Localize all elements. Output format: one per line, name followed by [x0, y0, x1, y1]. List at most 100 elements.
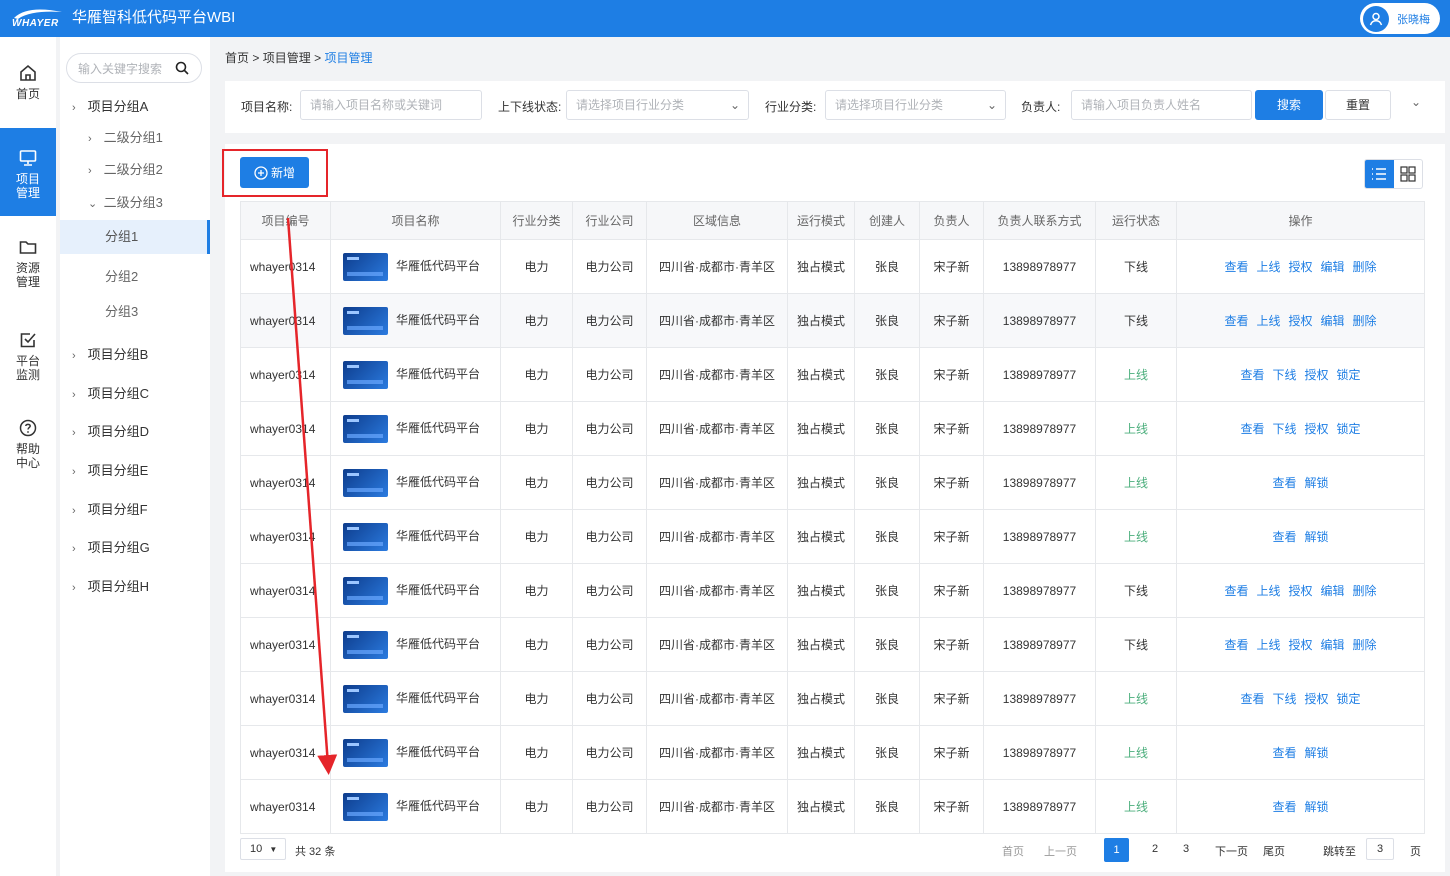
row-action-link[interactable]: 解锁 — [1305, 746, 1329, 760]
row-action-link[interactable]: 查看 — [1224, 584, 1248, 598]
row-action-link[interactable]: 解锁 — [1305, 800, 1329, 814]
table-row: whayer0314 华雁低代码平台 电力 电力公司 四川省·成都市·青羊区 独占模式 张良… — [240, 617, 1425, 672]
row-action-link[interactable]: 查看 — [1224, 638, 1248, 652]
tree-node-sub3[interactable]: ⌄ 二级分组3 — [60, 195, 210, 212]
search-button[interactable]: 搜索 — [1255, 90, 1323, 120]
row-action-link[interactable]: 查看 — [1272, 746, 1296, 760]
tree-node-group2[interactable]: 分组2 — [60, 269, 210, 285]
row-action-link[interactable]: 授权 — [1288, 260, 1312, 274]
row-action-link[interactable]: 查看 — [1272, 530, 1296, 544]
last-page-link[interactable]: 尾页 — [1263, 843, 1285, 859]
row-action-link[interactable]: 锁定 — [1337, 692, 1361, 706]
tree-node-sub2[interactable]: › 二级分组2 — [60, 162, 210, 179]
row-action-link[interactable]: 锁定 — [1337, 368, 1361, 382]
tree-node-group-b[interactable]: › 项目分组B — [60, 347, 210, 364]
row-action-link[interactable]: 编辑 — [1321, 260, 1345, 274]
row-action-link[interactable]: 上线 — [1256, 584, 1280, 598]
project-thumbnail[interactable] — [343, 792, 388, 821]
nav-project-management[interactable]: 项目 管理 — [0, 128, 56, 216]
chevron-right-icon: › — [88, 133, 92, 145]
row-action-link[interactable]: 查看 — [1272, 476, 1296, 490]
tree-node-group-g[interactable]: › 项目分组G — [60, 540, 210, 557]
page-2-button[interactable]: 2 — [1152, 843, 1158, 855]
add-project-button[interactable]: 新增 — [240, 157, 309, 188]
project-thumbnail[interactable] — [343, 252, 388, 281]
project-thumbnail[interactable] — [343, 360, 388, 389]
page-size-select[interactable]: 10 ▼ — [240, 838, 286, 860]
project-thumbnail[interactable] — [343, 738, 388, 767]
prev-page-link[interactable]: 上一页 — [1044, 843, 1077, 859]
nav-platform-monitor[interactable]: 平台 监测 — [0, 330, 56, 390]
row-action-link[interactable]: 授权 — [1288, 638, 1312, 652]
page-3-button[interactable]: 3 — [1183, 843, 1189, 855]
row-action-link[interactable]: 下线 — [1272, 422, 1296, 436]
tree-node-group3[interactable]: 分组3 — [60, 304, 210, 320]
tree-node-group-e[interactable]: › 项目分组E — [60, 463, 210, 480]
row-action-link[interactable]: 授权 — [1288, 314, 1312, 328]
next-page-link[interactable]: 下一页 — [1215, 843, 1248, 859]
tree-node-group-c[interactable]: › 项目分组C — [60, 386, 210, 403]
row-action-link[interactable]: 查看 — [1240, 368, 1264, 382]
search-icon[interactable] — [175, 61, 189, 75]
row-action-link[interactable]: 删除 — [1353, 314, 1377, 328]
project-name-input[interactable]: 请输入项目名称或关键词 — [300, 90, 482, 120]
project-thumbnail[interactable] — [343, 306, 388, 335]
row-action-link[interactable]: 授权 — [1305, 422, 1329, 436]
row-action-link[interactable]: 下线 — [1272, 368, 1296, 382]
project-thumbnail[interactable] — [343, 630, 388, 659]
tree-node-group-f[interactable]: › 项目分组F — [60, 502, 210, 519]
row-action-link[interactable]: 删除 — [1353, 260, 1377, 274]
row-action-link[interactable]: 授权 — [1305, 692, 1329, 706]
owner-label: 负责人: — [1021, 100, 1061, 114]
jump-page-input[interactable]: 3 — [1366, 838, 1394, 860]
row-action-link[interactable]: 查看 — [1224, 260, 1248, 274]
cell-phone: 13898978977 — [983, 293, 1096, 348]
user-menu[interactable]: 张晓梅 — [1360, 3, 1440, 34]
tree-node-group-a[interactable]: › 项目分组A — [60, 99, 210, 116]
row-action-link[interactable]: 授权 — [1305, 368, 1329, 382]
tree-node-group-d[interactable]: › 项目分组D — [60, 424, 210, 441]
project-thumbnail[interactable] — [343, 684, 388, 713]
row-action-link[interactable]: 编辑 — [1321, 314, 1345, 328]
row-action-link[interactable]: 上线 — [1256, 260, 1280, 274]
project-thumbnail[interactable] — [343, 576, 388, 605]
tree-node-group-h[interactable]: › 项目分组H — [60, 579, 210, 596]
project-thumbnail[interactable] — [343, 468, 388, 497]
nav-resource-management[interactable]: 资源 管理 — [0, 237, 56, 297]
row-action-link[interactable]: 上线 — [1256, 314, 1280, 328]
row-action-link[interactable]: 编辑 — [1321, 638, 1345, 652]
grid-view-icon[interactable] — [1394, 160, 1423, 188]
row-action-link[interactable]: 解锁 — [1305, 530, 1329, 544]
project-thumbnail[interactable] — [343, 522, 388, 551]
page-1-button[interactable]: 1 — [1104, 838, 1129, 862]
row-action-link[interactable]: 上线 — [1256, 638, 1280, 652]
tree-search-input[interactable]: 输入关键字搜索 — [66, 53, 202, 83]
nav-help-center[interactable]: 帮助 中心 — [0, 418, 56, 478]
row-action-link[interactable]: 查看 — [1272, 800, 1296, 814]
list-view-icon[interactable] — [1365, 160, 1394, 188]
breadcrumb-project[interactable]: 项目管理 — [263, 51, 311, 65]
row-action-link[interactable]: 锁定 — [1337, 422, 1361, 436]
row-action-link[interactable]: 查看 — [1240, 692, 1264, 706]
project-thumbnail[interactable] — [343, 414, 388, 443]
cell-owner: 宋子新 — [919, 401, 984, 456]
tree-node-group1[interactable]: 分组1 — [60, 220, 210, 254]
expand-filters-icon[interactable]: ⌄ — [1411, 95, 1421, 109]
row-action-link[interactable]: 解锁 — [1305, 476, 1329, 490]
row-action-link[interactable]: 删除 — [1353, 638, 1377, 652]
row-action-link[interactable]: 查看 — [1240, 422, 1264, 436]
row-action-link[interactable]: 编辑 — [1321, 584, 1345, 598]
row-action-link[interactable]: 查看 — [1224, 314, 1248, 328]
reset-button[interactable]: 重置 — [1325, 90, 1391, 120]
breadcrumb-home[interactable]: 首页 — [225, 51, 249, 65]
first-page-link[interactable]: 首页 — [1002, 843, 1024, 859]
status-label: 上下线状态: — [498, 100, 562, 114]
owner-input[interactable]: 请输入项目负责人姓名 — [1071, 90, 1252, 120]
nav-home[interactable]: 首页 — [0, 63, 56, 108]
row-action-link[interactable]: 下线 — [1272, 692, 1296, 706]
status-select[interactable]: 请选择项目行业分类 ⌄ — [566, 90, 749, 120]
tree-node-sub1[interactable]: › 二级分组1 — [60, 130, 210, 147]
row-action-link[interactable]: 删除 — [1353, 584, 1377, 598]
industry-select[interactable]: 请选择项目行业分类 ⌄ — [825, 90, 1006, 120]
row-action-link[interactable]: 授权 — [1288, 584, 1312, 598]
